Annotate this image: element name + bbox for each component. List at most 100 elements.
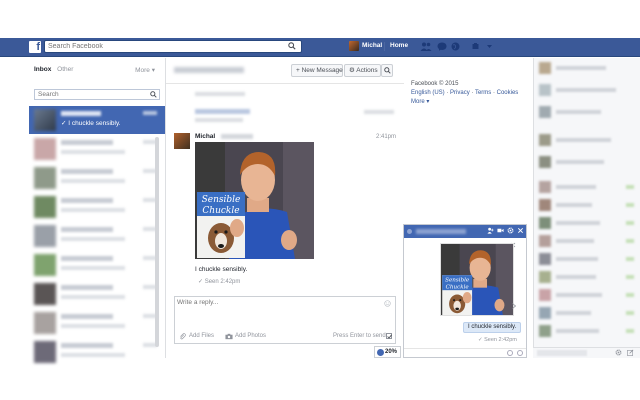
more-dropdown[interactable]: More ▾	[135, 66, 155, 74]
chat-contact[interactable]	[538, 288, 638, 302]
conversation-item[interactable]	[29, 309, 165, 337]
online-status	[626, 311, 634, 315]
sender-avatar[interactable]	[174, 133, 190, 149]
conversation-item[interactable]	[29, 280, 165, 308]
compose-icon[interactable]	[627, 349, 634, 358]
chat-contact[interactable]	[538, 234, 638, 248]
chat-contact[interactable]	[538, 198, 638, 212]
reply-composer[interactable]: Add Files Add Photos Press Enter to send	[174, 296, 396, 344]
footer-more-link[interactable]: More ▾	[411, 99, 429, 105]
contact-avatar	[539, 134, 551, 146]
notifications-globe-icon[interactable]	[451, 42, 461, 51]
contact-name	[556, 311, 591, 315]
conversation-name	[61, 111, 101, 116]
tab-inbox[interactable]: Inbox	[34, 66, 51, 73]
user-avatar[interactable]	[349, 41, 359, 51]
paperclip-icon[interactable]	[179, 333, 186, 342]
contact-name	[556, 257, 598, 261]
contact-name	[556, 110, 601, 114]
search-icon[interactable]	[288, 42, 296, 52]
conversation-item[interactable]	[29, 338, 165, 366]
conversation-snippet	[61, 150, 125, 154]
chat-contact[interactable]	[538, 61, 638, 75]
contact-avatar	[539, 235, 551, 247]
conversation-snippet	[61, 266, 125, 270]
friend-requests-icon[interactable]	[420, 42, 432, 51]
conversation-item[interactable]	[29, 222, 165, 250]
messages-icon[interactable]	[437, 42, 447, 51]
contact-avatar	[539, 62, 551, 74]
facebook-logo[interactable]: f	[29, 41, 41, 53]
message-thread-panel: + New Message ⚙ Actions Michal 2:41pm Se…	[166, 58, 404, 358]
conversation-item[interactable]	[29, 135, 165, 163]
camera-icon[interactable]	[507, 350, 513, 356]
footer-link-terms[interactable]: Terms	[475, 90, 491, 96]
conversation-item[interactable]	[29, 251, 165, 279]
chat-popup-controls	[487, 227, 524, 235]
conversation-item[interactable]	[29, 164, 165, 192]
reply-input[interactable]	[177, 299, 382, 313]
chat-contact[interactable]	[538, 306, 638, 320]
message-timestamp: 2:41pm	[375, 134, 396, 140]
chat-contact[interactable]	[538, 216, 638, 230]
chat-contact[interactable]	[538, 270, 638, 284]
message-photo[interactable]: Sensible Chuckle	[195, 142, 314, 259]
conversation-list-scrollbar[interactable]	[155, 137, 159, 347]
footer-link-privacy[interactable]: Privacy	[450, 90, 470, 96]
reply-toolbar: Add Files Add Photos Press Enter to send	[175, 331, 395, 343]
profile-link[interactable]: Michal	[362, 42, 382, 49]
conversation-avatar	[34, 312, 56, 334]
conversation-avatar	[34, 109, 56, 131]
chat-popup-title[interactable]	[416, 229, 466, 234]
footer-link-cookies[interactable]: Cookies	[497, 90, 519, 96]
emoji-icon[interactable]	[384, 300, 391, 309]
conversation-avatar	[34, 341, 56, 363]
chat-contact[interactable]	[538, 155, 638, 169]
chat-contact[interactable]	[538, 252, 638, 266]
chat-contact[interactable]	[538, 83, 638, 97]
conversation-search-input[interactable]	[35, 90, 145, 99]
chat-popup-header[interactable]	[404, 225, 526, 238]
contact-name	[556, 329, 599, 333]
chat-contact[interactable]	[538, 105, 638, 119]
chat-message-photo[interactable]: Sensible Chuckle	[440, 243, 514, 316]
add-files-button[interactable]: Add Files	[189, 333, 214, 339]
chat-contact[interactable]	[538, 133, 638, 147]
conversation-item[interactable]	[29, 193, 165, 221]
actions-button[interactable]: ⚙ Actions	[344, 64, 381, 77]
gear-icon[interactable]	[615, 349, 622, 358]
conversation-time	[143, 111, 157, 115]
facebook-search-input[interactable]	[45, 41, 275, 52]
conversation-search-box[interactable]	[34, 89, 160, 100]
gear-icon[interactable]	[507, 227, 514, 235]
contact-name	[556, 239, 594, 243]
emoji-icon[interactable]	[517, 350, 523, 356]
account-menu-chevron-down-icon[interactable]	[486, 42, 496, 51]
chat-search-input[interactable]	[537, 350, 587, 356]
thread-search-button[interactable]	[381, 64, 393, 77]
chat-popup-window: Sensible Chuckle I chuckle sensibly. ✓ S…	[403, 224, 527, 358]
conversation-name	[61, 343, 113, 348]
zoom-badge[interactable]: 20%	[374, 346, 401, 358]
add-friend-icon[interactable]	[487, 227, 494, 235]
chat-contact[interactable]	[538, 180, 638, 194]
footer-link-language[interactable]: English (US)	[411, 90, 445, 96]
tab-other[interactable]: Other	[57, 66, 73, 73]
search-icon[interactable]	[150, 91, 157, 100]
video-call-icon[interactable]	[497, 227, 504, 235]
contact-name	[556, 185, 596, 189]
facebook-search-box[interactable]	[44, 40, 302, 53]
home-link[interactable]: Home	[390, 42, 408, 49]
close-icon[interactable]	[517, 227, 524, 235]
new-message-button[interactable]: + New Message	[291, 64, 343, 77]
conversation-name	[61, 256, 113, 261]
add-photos-button[interactable]: Add Photos	[235, 333, 266, 339]
chat-contact[interactable]	[538, 324, 638, 338]
sender-name[interactable]: Michal	[195, 133, 215, 140]
previous-message-time	[364, 110, 394, 114]
conversation-name	[61, 169, 113, 174]
camera-icon[interactable]	[225, 333, 233, 342]
press-enter-checkbox[interactable]	[386, 333, 392, 339]
conversation-item-active[interactable]: ✓ I chuckle sensibly.	[29, 106, 165, 134]
privacy-shortcuts-icon[interactable]	[472, 42, 482, 51]
